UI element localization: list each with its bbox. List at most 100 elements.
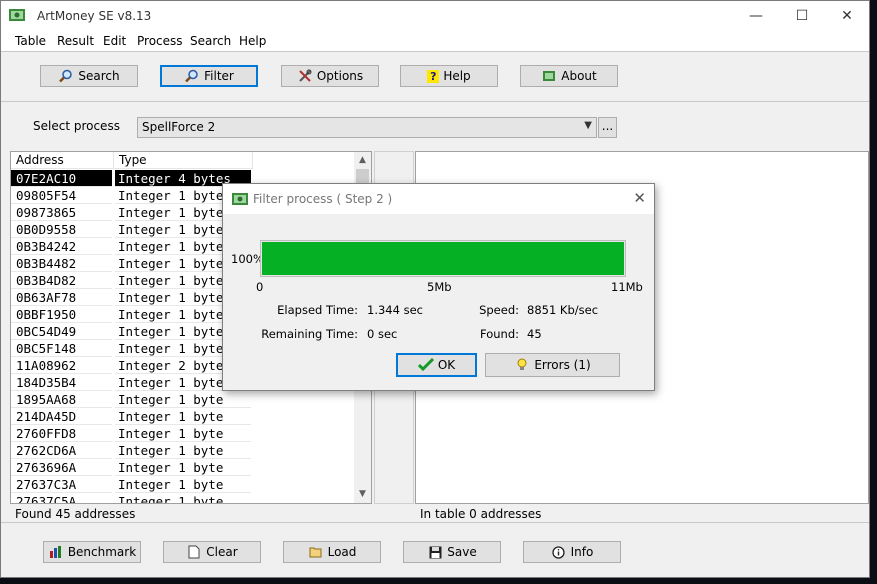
lightbulb-icon [514,358,530,372]
floppy-disk-icon [427,545,443,559]
search-button[interactable]: Search [40,65,138,87]
browse-process-button[interactable]: ... [598,117,617,138]
found-status: Found 45 addresses [15,507,136,521]
address-cell: 1895AA68 [11,391,112,408]
help-question-icon: ? [427,69,440,83]
column-header-address[interactable]: Address [11,152,114,169]
dialog-title: Filter process ( Step 2 ) [253,192,393,206]
errors-label: Errors (1) [534,358,591,372]
save-label: Save [447,545,477,559]
clear-page-icon [186,545,202,559]
menu-process[interactable]: Process [137,34,183,48]
address-cell: 27637C3A [11,476,112,493]
about-label: About [561,69,597,83]
artmoney-icon [232,193,248,205]
address-cell: 2760FFD8 [11,425,112,442]
address-cell: 07E2AC10 [11,170,112,187]
filter-button[interactable]: Filter [160,65,258,87]
menu-result[interactable]: Result [57,34,94,48]
options-button[interactable]: Options [281,65,379,87]
magnifier-icon [184,69,200,83]
address-cell: 0BC5F148 [11,340,112,357]
scroll-up-icon[interactable]: ▲ [354,152,371,169]
ok-label: OK [437,358,456,372]
progress-bar [260,240,626,277]
type-cell: Integer 1 byte [115,442,251,459]
column-header-type[interactable]: Type [114,152,253,169]
address-cell: 0B63AF78 [11,289,112,306]
remaining-label: Remaining Time: [261,327,358,341]
found-value: 45 [527,327,542,341]
address-cell: 0B3B4482 [11,255,112,272]
errors-button[interactable]: Errors (1) [485,353,620,377]
type-cell: Integer 1 byte [115,476,251,493]
address-cell: 214DA45D [11,408,112,425]
elapsed-value: 1.344 sec [367,303,423,317]
search-label: Search [78,69,120,83]
maximize-button[interactable]: ☐ [779,1,825,31]
magnifier-icon [58,69,74,83]
dialog-title-bar[interactable]: Filter process ( Step 2 ) ✕ [223,184,654,214]
load-button[interactable]: Load [283,541,381,563]
bar-chart-icon [48,545,64,559]
address-cell: 27637C5A [11,493,112,503]
minimize-button[interactable]: — [733,1,779,31]
address-cell: 0BBF1950 [11,306,112,323]
process-select[interactable]: SpellForce 2 ▼ [137,117,597,138]
scale-mid: 5Mb [427,280,452,294]
info-icon [551,545,567,559]
folder-open-icon [308,545,324,559]
speed-value: 8851 Kb/sec [527,303,599,317]
options-label: Options [316,69,364,83]
select-process-label: Select process [33,119,120,133]
checkmark-icon [417,358,434,372]
info-button[interactable]: Info [523,541,621,563]
type-cell: Integer 1 byte [115,493,251,503]
menu-table[interactable]: Table [15,34,46,48]
clear-label: Clear [206,545,238,559]
filter-label: Filter [204,69,234,83]
address-cell: 2762CD6A [11,442,112,459]
menu-help[interactable]: Help [239,34,266,48]
close-button[interactable]: ✕ [824,1,870,31]
menu-search[interactable]: Search [190,34,231,48]
load-label: Load [327,545,357,559]
artmoney-icon [9,9,25,21]
speed-label: Speed: [479,303,519,317]
about-icon [541,69,557,83]
ok-button[interactable]: OK [396,353,477,377]
clear-button[interactable]: Clear [163,541,261,563]
help-label: Help [443,69,471,83]
filter-process-dialog: Filter process ( Step 2 ) ✕ 100% 0 5Mb 1… [222,183,655,391]
type-cell: Integer 1 byte [115,459,251,476]
divider [1,101,869,102]
divider [1,522,869,523]
window-title: ArtMoney SE v8.13 [37,9,152,23]
table-status: In table 0 addresses [420,507,542,521]
tools-icon [297,69,313,83]
about-button[interactable]: About [520,65,618,87]
type-cell: Integer 1 byte [115,408,251,425]
scale-end: 11Mb [611,280,643,294]
address-cell: 0BC54D49 [11,323,112,340]
progress-fill [262,242,624,275]
type-cell: Integer 1 byte [115,391,251,408]
elapsed-label: Elapsed Time: [277,303,358,317]
divider [1,51,869,52]
save-button[interactable]: Save [403,541,501,563]
address-cell: 0B3B4242 [11,238,112,255]
process-select-value: SpellForce 2 [142,120,216,134]
address-cell: 11A08962 [11,357,112,374]
help-button[interactable]: ? Help [400,65,498,87]
dialog-close-icon[interactable]: ✕ [633,189,646,207]
benchmark-button[interactable]: Benchmark [43,541,141,563]
progress-percent: 100% [231,252,264,266]
info-label: Info [570,545,594,559]
scroll-down-icon[interactable]: ▼ [354,486,371,503]
menu-edit[interactable]: Edit [103,34,126,48]
address-cell: 0B0D9558 [11,221,112,238]
menu-bar: Table Result Edit Process Search Help [1,31,869,51]
scale-start: 0 [256,280,264,294]
remaining-value: 0 sec [367,327,398,341]
title-bar[interactable]: ArtMoney SE v8.13 — ☐ ✕ [1,1,869,31]
